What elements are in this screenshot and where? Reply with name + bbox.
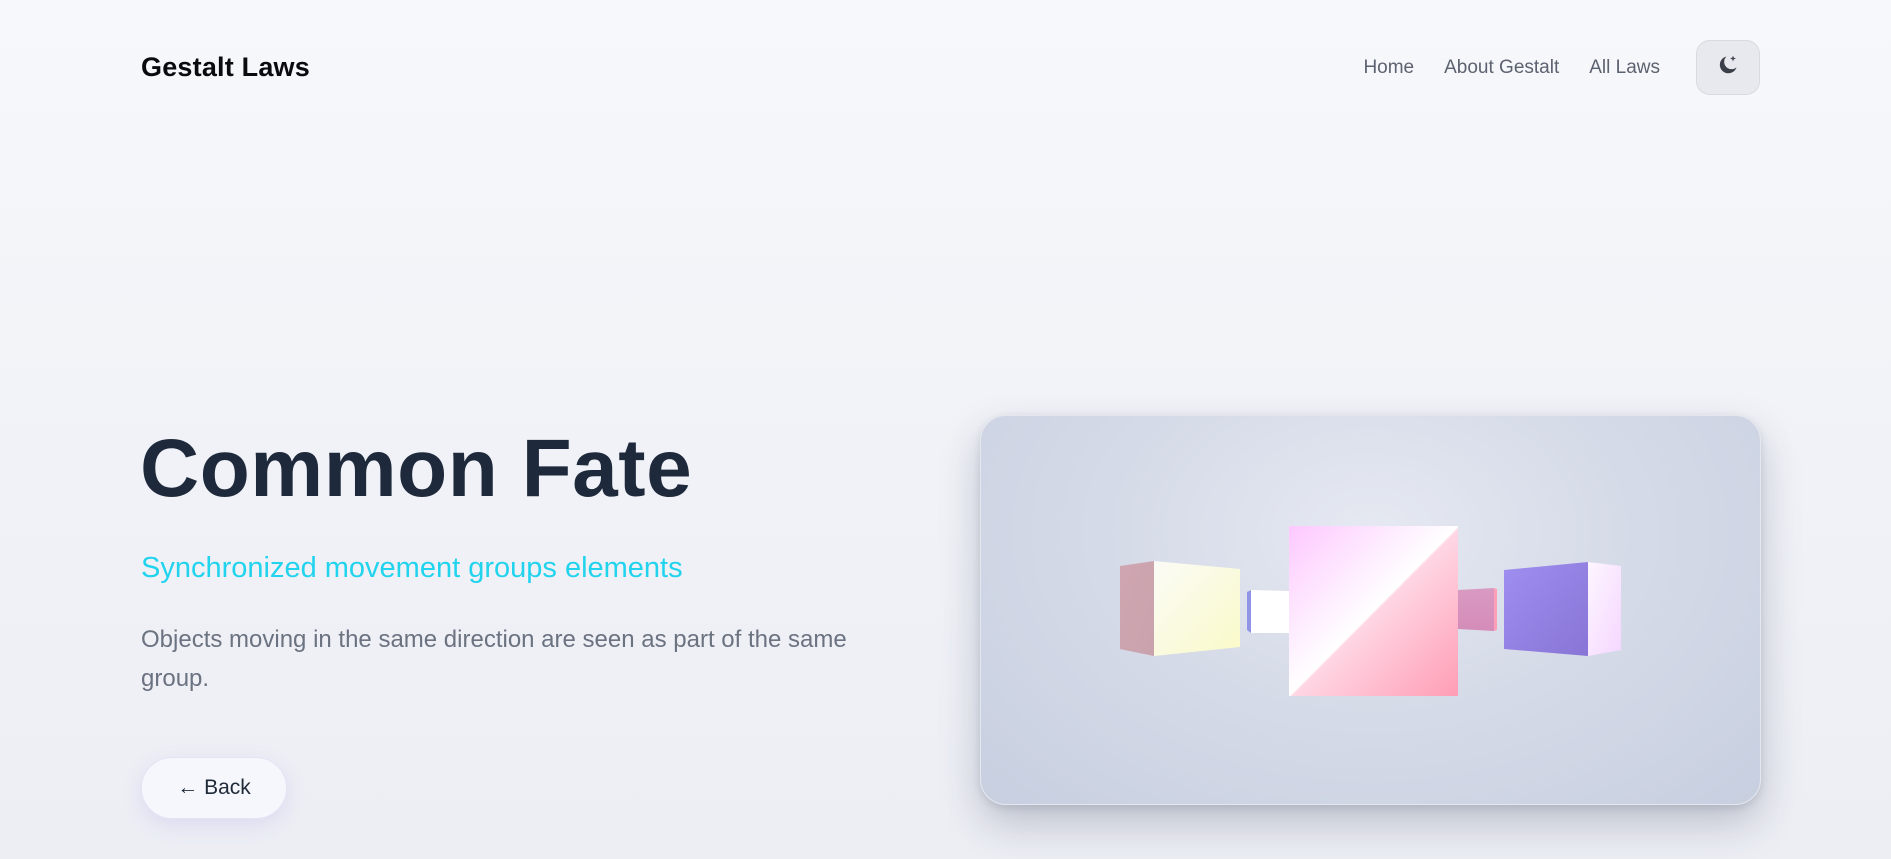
illustration-card [980,415,1761,805]
theme-toggle-button[interactable] [1696,40,1760,95]
nav-home-link[interactable]: Home [1363,57,1414,79]
moon-sparkle-icon [1716,53,1740,82]
main-nav: Home About Gestalt All Laws [1363,40,1760,95]
common-fate-illustration [1120,526,1621,696]
page-title: Common Fate [140,423,693,514]
small-left-cube [1247,590,1289,633]
left-cube [1120,561,1240,656]
nav-all-laws-link[interactable]: All Laws [1589,57,1660,79]
page-description: Objects moving in the same direction are… [141,626,847,692]
nav-about-gestalt-link[interactable]: About Gestalt [1444,57,1559,79]
right-cube [1504,562,1621,656]
page-subtitle: Synchronized movement groups elements [141,552,683,584]
center-cube [1289,526,1458,696]
small-right-cube [1458,588,1497,631]
site-logo[interactable]: Gestalt Laws [141,52,310,83]
back-button[interactable]: ← Back [141,757,287,819]
site-header: Gestalt Laws Home About Gestalt All Laws [141,40,1760,95]
